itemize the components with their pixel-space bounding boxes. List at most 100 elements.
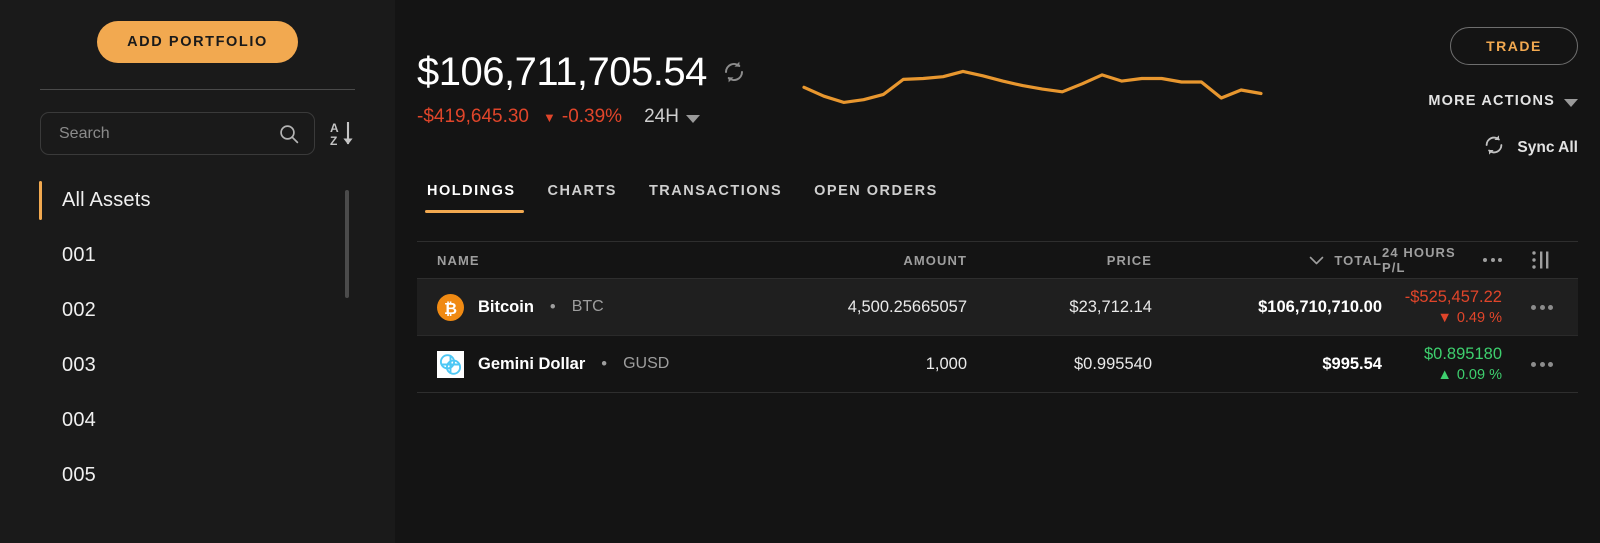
row-menu-icon[interactable] xyxy=(1531,361,1553,367)
active-indicator xyxy=(39,346,42,385)
more-actions-label: MORE ACTIONS xyxy=(1428,93,1555,109)
table-row[interactable]: ₿ Bitcoin • BTC 4,500.25665057 $23,712.1… xyxy=(417,279,1578,336)
pl-caret-up-icon: ▲ xyxy=(1437,367,1452,383)
sort-descending-icon xyxy=(1310,256,1324,264)
portfolio-dashboard: ADD PORTFOLIO A Z xyxy=(0,0,1600,543)
asset-pl-value: $0.895180 xyxy=(1424,345,1502,363)
sidebar-item-all-assets[interactable]: All Assets xyxy=(0,173,395,228)
change-percent-value: -0.39% xyxy=(561,106,623,127)
sidebar-item-label: All Assets xyxy=(62,189,151,211)
sidebar-item-001[interactable]: 001 xyxy=(0,228,395,283)
tab-transactions[interactable]: TRANSACTIONS xyxy=(633,183,798,213)
gemini-dollar-icon xyxy=(437,350,464,378)
asset-symbol: BTC xyxy=(571,298,604,315)
row-menu-icon[interactable] xyxy=(1531,304,1553,310)
tab-charts[interactable]: CHARTS xyxy=(532,183,633,213)
search-icon[interactable] xyxy=(278,123,300,145)
svg-text:Z: Z xyxy=(330,134,337,148)
tab-holdings[interactable]: HOLDINGS xyxy=(417,183,532,213)
asset-pl-cell: $0.895180 ▲ 0.09 % xyxy=(1382,345,1506,383)
asset-name: Gemini Dollar xyxy=(478,354,586,373)
portfolio-total-line: $106,711,705.54 xyxy=(417,52,747,92)
sync-all-label: Sync All xyxy=(1517,138,1578,156)
time-range-label: 24H xyxy=(644,106,679,127)
active-indicator xyxy=(39,401,42,440)
active-indicator xyxy=(39,456,42,495)
pl-options-icon[interactable] xyxy=(1483,258,1502,262)
asset-symbol: GUSD xyxy=(623,355,670,372)
table-header-row: NAME AMOUNT PRICE TOTAL 24 HOURS P/L xyxy=(417,241,1578,279)
column-header-amount[interactable]: AMOUNT xyxy=(747,253,967,268)
sidebar-item-005[interactable]: 005 xyxy=(0,448,395,503)
svg-text:A: A xyxy=(330,121,339,135)
refresh-icon[interactable] xyxy=(721,55,747,90)
asset-filter-list: All Assets 001 002 003 004 005 xyxy=(0,173,395,503)
asset-total: $995.54 xyxy=(1322,354,1382,373)
asset-total: $106,710,710.00 xyxy=(1258,297,1382,316)
add-portfolio-container: ADD PORTFOLIO xyxy=(0,0,395,63)
sidebar-item-label: 003 xyxy=(62,354,96,376)
time-range-selector[interactable]: 24H xyxy=(644,106,700,128)
column-settings-cell xyxy=(1506,250,1578,270)
asset-price: $23,712.14 xyxy=(1069,297,1152,316)
sidebar-item-label: 001 xyxy=(62,244,96,266)
change-amount: -$419,645.30 xyxy=(417,106,529,127)
change-caret-down-icon: ▼ xyxy=(543,109,556,125)
portfolio-change-line: -$419,645.30 ▼ -0.39% 24H xyxy=(417,106,747,128)
sort-az-icon[interactable]: A Z xyxy=(329,119,355,149)
asset-amount: 1,000 xyxy=(925,354,967,373)
name-symbol-separator: • xyxy=(601,354,608,373)
column-header-price[interactable]: PRICE xyxy=(967,253,1152,268)
active-indicator xyxy=(39,236,42,275)
asset-name-cell: ₿ Bitcoin • BTC xyxy=(417,293,747,321)
row-menu-cell xyxy=(1506,304,1578,310)
column-settings-icon[interactable] xyxy=(1531,250,1553,270)
portfolio-summary: $106,711,705.54 -$419,645.30 ▼ -0.39% 24… xyxy=(417,52,747,128)
column-header-total[interactable]: TOTAL xyxy=(1152,253,1382,268)
tab-bar: HOLDINGS CHARTS TRANSACTIONS OPEN ORDERS xyxy=(417,183,954,213)
chevron-down-icon xyxy=(1564,98,1578,107)
active-indicator xyxy=(39,181,42,220)
add-portfolio-button[interactable]: ADD PORTFOLIO xyxy=(97,21,298,63)
asset-pl-cell: -$525,457.22 ▼ 0.49 % xyxy=(1382,288,1506,326)
asset-pl: -$525,457.22 ▼ 0.49 % xyxy=(1405,288,1502,326)
column-header-pl[interactable]: 24 HOURS P/L xyxy=(1382,245,1506,275)
change-percent: ▼ -0.39% xyxy=(543,106,622,128)
sidebar-item-003[interactable]: 003 xyxy=(0,338,395,393)
pl-percent-value: 0.09 % xyxy=(1456,367,1502,383)
sidebar-scrollbar[interactable] xyxy=(345,190,349,298)
asset-amount: 4,500.25665057 xyxy=(847,297,967,316)
table-row[interactable]: Gemini Dollar • GUSD 1,000 $0.995540 $99… xyxy=(417,336,1578,393)
column-header-total-label: TOTAL xyxy=(1334,252,1382,268)
sync-all-button[interactable]: Sync All xyxy=(1482,133,1578,162)
asset-pl-value: -$525,457.22 xyxy=(1404,288,1502,306)
sidebar-item-label: 005 xyxy=(62,464,96,486)
sidebar-item-label: 002 xyxy=(62,299,96,321)
sidebar-item-004[interactable]: 004 xyxy=(0,393,395,448)
portfolio-sparkline xyxy=(802,69,1263,105)
sidebar-search-row: A Z xyxy=(0,90,395,155)
asset-pl: $0.895180 ▲ 0.09 % xyxy=(1424,345,1502,383)
active-indicator xyxy=(39,291,42,330)
search-input[interactable] xyxy=(59,124,278,143)
row-menu-cell xyxy=(1506,361,1578,367)
more-actions-button[interactable]: MORE ACTIONS xyxy=(1428,93,1578,109)
asset-pl-percent: ▼ 0.49 % xyxy=(1437,310,1502,326)
holdings-table: NAME AMOUNT PRICE TOTAL 24 HOURS P/L ₿ B… xyxy=(417,241,1578,393)
tab-open-orders[interactable]: OPEN ORDERS xyxy=(798,183,954,213)
pl-caret-down-icon: ▼ xyxy=(1437,310,1452,326)
sidebar-item-label: 004 xyxy=(62,409,96,431)
svg-text:₿: ₿ xyxy=(444,300,457,318)
pl-percent-value: 0.49 % xyxy=(1456,310,1502,326)
column-header-pl-label: 24 HOURS P/L xyxy=(1382,245,1456,275)
sidebar: ADD PORTFOLIO A Z xyxy=(0,0,395,543)
search-box[interactable] xyxy=(40,112,315,155)
sync-icon xyxy=(1482,133,1506,162)
column-header-name[interactable]: NAME xyxy=(417,253,747,268)
trade-button[interactable]: TRADE xyxy=(1450,27,1578,65)
asset-name: Bitcoin xyxy=(478,297,534,316)
asset-pl-percent: ▲ 0.09 % xyxy=(1437,367,1502,383)
bitcoin-icon: ₿ xyxy=(437,293,464,321)
asset-name-cell: Gemini Dollar • GUSD xyxy=(417,350,747,378)
sidebar-item-002[interactable]: 002 xyxy=(0,283,395,338)
